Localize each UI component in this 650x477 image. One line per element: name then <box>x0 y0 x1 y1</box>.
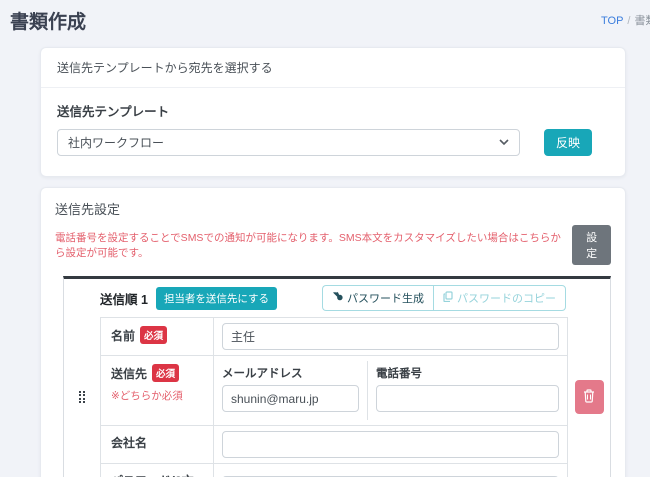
company-row: 会社名 <box>101 425 567 463</box>
drag-handle[interactable] <box>64 279 100 477</box>
template-select-label: 送信先テンプレート <box>57 101 609 120</box>
delete-recipient-button[interactable] <box>575 380 604 414</box>
name-label: 名前 <box>111 329 135 343</box>
email-label: メールアドレス <box>222 365 359 381</box>
either-required-note: ※どちらか必須 <box>111 388 203 403</box>
copy-password-button[interactable]: パスワードのコピー <box>433 285 566 311</box>
template-select[interactable]: 社内ワークフロー <box>57 129 520 156</box>
trash-icon <box>583 389 595 406</box>
required-badge: 必須 <box>140 326 167 344</box>
template-select-value: 社内ワークフロー <box>68 134 164 151</box>
template-card-header: 送信先テンプレートから宛先を選択する <box>41 48 625 88</box>
phone-input[interactable] <box>376 385 559 412</box>
chevron-down-icon <box>499 139 509 146</box>
order-label: 送信順 1 <box>100 289 148 308</box>
sms-notice-text: 電話番号を設定することでSMSでの通知が可能になります。SMS本文をカスタマイズ… <box>55 230 564 260</box>
breadcrumb-top-link[interactable]: TOP <box>601 15 623 27</box>
breadcrumb-separator: / <box>627 15 630 27</box>
password-row: パスワード(8文字以上) <box>101 463 567 477</box>
apply-button[interactable]: 反映 <box>544 129 592 156</box>
phone-label: 電話番号 <box>376 365 559 381</box>
company-label: 会社名 <box>111 436 147 450</box>
template-card: 送信先テンプレートから宛先を選択する 送信先テンプレート 社内ワークフロー 反映 <box>40 47 626 177</box>
email-input[interactable] <box>222 385 359 412</box>
name-input[interactable] <box>222 323 559 350</box>
assign-self-button[interactable]: 担当者を送信先にする <box>156 287 277 310</box>
sms-settings-button[interactable]: 設定 <box>572 225 611 265</box>
destination-label: 送信先 <box>111 367 147 381</box>
grip-dots-icon <box>79 391 85 404</box>
copy-icon <box>443 291 453 305</box>
page-header: 書類作成 TOP / 書類作成 <box>0 0 650 40</box>
page-title: 書類作成 <box>10 7 86 34</box>
generate-password-button[interactable]: パスワード生成 <box>322 285 433 311</box>
name-row: 名前必須 <box>101 318 567 355</box>
recipient-card-title: 送信先設定 <box>55 199 611 218</box>
recipient-panel-1: 送信順 1 担当者を送信先にする パスワード生成 <box>63 276 611 477</box>
destination-row: 送信先必須 ※どちらか必須 メールアドレス 電話番号 <box>101 355 567 425</box>
recipient-card: 送信先設定 電話番号を設定することでSMSでの通知が可能になります。SMS本文を… <box>40 187 626 477</box>
company-input[interactable] <box>222 431 559 458</box>
required-badge: 必須 <box>152 364 179 382</box>
breadcrumb: TOP / 書類作成 <box>601 12 650 28</box>
breadcrumb-current: 書類作成 <box>634 15 650 27</box>
key-icon <box>332 291 343 305</box>
template-card-body: 送信先テンプレート 社内ワークフロー 反映 <box>41 88 625 176</box>
